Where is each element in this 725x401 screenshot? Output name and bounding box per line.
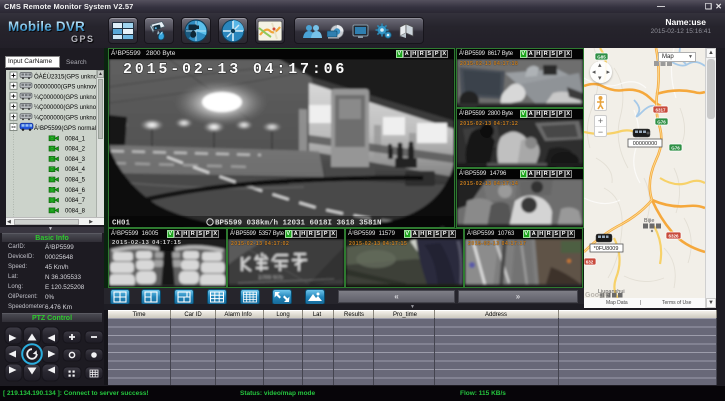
svg-text:00000000(GPS unknown): 00000000(GPS unknown): [34, 85, 103, 91]
svg-text:0084_4: 0084_4: [65, 167, 86, 173]
svg-text:6317: 6317: [655, 107, 666, 112]
svg-text:¼Ç000000(GPS unknown): ¼Ç000000(GPS unknown): [34, 105, 104, 111]
svg-text:1098 605: 1098 605: [258, 275, 284, 281]
svg-text:0084_3: 0084_3: [65, 157, 86, 163]
svg-text:CH01: CH01: [112, 220, 131, 228]
svg-text:6326: 6326: [668, 233, 679, 238]
svg-text:BP5599 038km/h 12031 6018I 361: BP5599 038km/h 12031 6018I 3618 3581N: [215, 220, 382, 228]
svg-text:0084_6: 0084_6: [65, 188, 86, 194]
svg-text:0084_7: 0084_7: [65, 198, 86, 204]
svg-text:0084_8: 0084_8: [65, 208, 86, 214]
svg-text:0084_1: 0084_1: [65, 136, 86, 142]
svg-text:G85: G85: [597, 54, 606, 59]
svg-text:2015-02-13 04:17:06: 2015-02-13 04:17:06: [123, 61, 347, 78]
svg-text:0084_2: 0084_2: [65, 147, 86, 153]
svg-text:632: 632: [586, 259, 594, 264]
svg-text:Á¹BP5599(GPS normal): Á¹BP5599(GPS normal): [34, 125, 98, 132]
svg-text:00000000: 00000000: [633, 141, 657, 147]
svg-text:G76: G76: [671, 145, 680, 150]
svg-text:ÔÀÉÙ2315(GPS unknown): ÔÀÉÙ2315(GPS unknown): [34, 73, 104, 80]
svg-text:*0FU8009: *0FU8009: [594, 246, 619, 252]
svg-text:0084_5: 0084_5: [65, 178, 86, 184]
svg-text:G76: G76: [657, 119, 666, 124]
svg-text:¼Ç000000(GPS unknown): ¼Ç000000(GPS unknown): [34, 95, 104, 101]
svg-text:Bijie: Bijie: [644, 218, 654, 224]
svg-text:¼Ç000000(GPS unknown): ¼Ç000000(GPS unknown): [34, 116, 104, 122]
